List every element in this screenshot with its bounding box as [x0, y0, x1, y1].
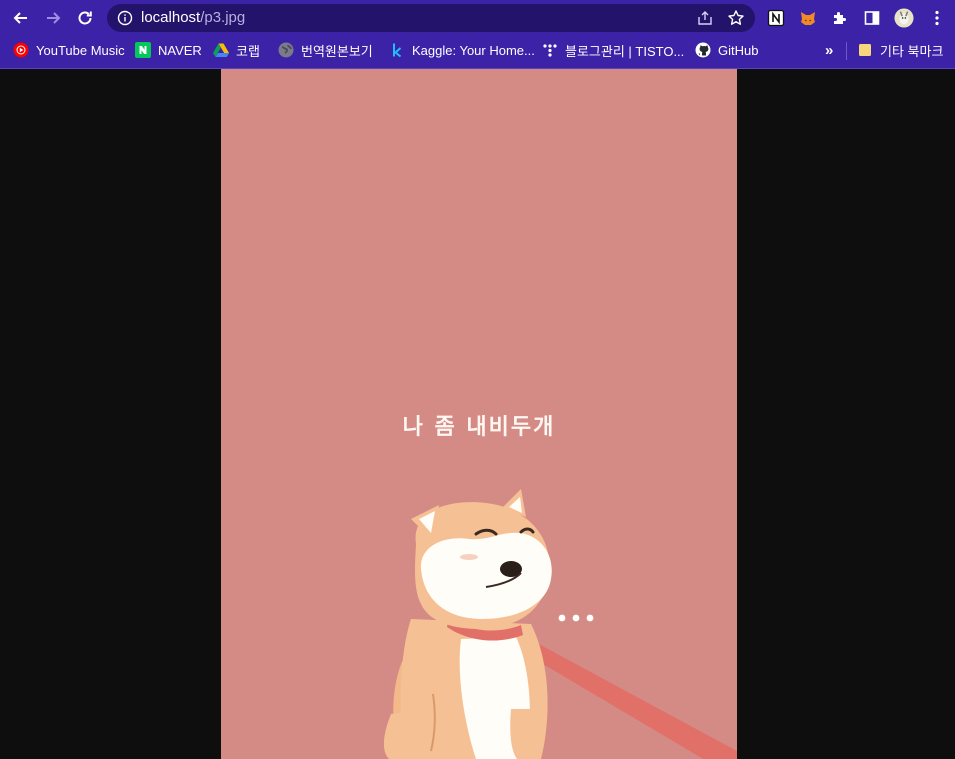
image-caption: 나 좀 내비두개: [402, 415, 556, 440]
browser-toolbar: localhost/p3.jpg: [0, 0, 955, 36]
reload-button[interactable]: [73, 6, 97, 30]
metamask-extension-button[interactable]: [798, 8, 818, 28]
bookmarks-divider: [846, 42, 847, 60]
fox-icon: [801, 12, 815, 25]
share-icon[interactable]: [696, 9, 714, 27]
bookmarks-bar: YouTube Music NAVER 코랩 번역원본보기 Kaggle: Yo…: [0, 36, 955, 69]
url-text[interactable]: localhost/p3.jpg: [141, 10, 245, 26]
star-icon[interactable]: [727, 9, 745, 27]
notion-icon: [767, 9, 785, 27]
menu-button[interactable]: [927, 8, 947, 28]
globe-icon: [278, 42, 294, 58]
ellipsis-dot: [558, 614, 566, 622]
address-bar[interactable]: localhost/p3.jpg: [107, 4, 755, 32]
notion-extension-button[interactable]: [766, 8, 786, 28]
bookmarks-overflow-button[interactable]: »: [825, 36, 833, 64]
forward-button[interactable]: [41, 6, 65, 30]
bookmark-label: NAVER: [158, 42, 202, 58]
arrow-right-icon: [47, 12, 61, 24]
back-button[interactable]: [9, 6, 33, 30]
bookmark-naver[interactable]: NAVER: [135, 36, 202, 64]
bookmark-label: 블로그관리 | TISTO...: [565, 43, 685, 59]
bookmark-label: GitHub: [718, 42, 759, 58]
puzzle-icon: [834, 12, 846, 24]
page-viewport: 나 좀 내비두개: [0, 69, 955, 759]
ellipsis-dot: [572, 614, 580, 622]
url-path: /p3.jpg: [200, 9, 246, 26]
bookmark-colab[interactable]: 코랩: [213, 36, 260, 64]
kaggle-icon: [389, 42, 405, 58]
reload-icon: [78, 11, 92, 25]
bookmark-label: 기타 북마크: [880, 43, 944, 59]
bookmark-translate[interactable]: 번역원본보기: [278, 36, 373, 64]
chevron-double-right-icon: »: [825, 41, 834, 59]
bookmark-tistory[interactable]: 블로그관리 | TISTO...: [542, 36, 684, 64]
github-icon: [695, 42, 711, 58]
url-host: localhost: [141, 9, 201, 26]
google-drive-icon: [213, 42, 229, 58]
bookmark-label: Kaggle: Your Home...: [412, 42, 535, 58]
side-panel-icon: [864, 11, 880, 25]
arrow-left-icon: [13, 12, 27, 24]
profile-button[interactable]: [894, 8, 914, 28]
bookmark-youtube-music[interactable]: YouTube Music: [13, 36, 125, 64]
folder-icon: [857, 42, 873, 58]
ellipsis-dot: [586, 614, 594, 622]
more-vert-icon: [935, 10, 939, 26]
displayed-image: 나 좀 내비두개: [221, 69, 737, 759]
other-bookmarks-folder[interactable]: 기타 북마크: [857, 36, 943, 64]
extensions-button[interactable]: [830, 8, 850, 28]
bookmark-kaggle[interactable]: Kaggle: Your Home...: [389, 36, 535, 64]
naver-icon: [135, 42, 151, 58]
shiba-dog-illustration: [383, 489, 737, 759]
bookmark-github[interactable]: GitHub: [695, 36, 758, 64]
bookmark-label: 번역원본보기: [301, 43, 373, 59]
info-icon[interactable]: [117, 10, 133, 26]
bookmark-label: YouTube Music: [36, 42, 125, 58]
youtube-music-icon: [13, 42, 29, 58]
avatar: [894, 8, 914, 28]
side-panel-button[interactable]: [862, 8, 882, 28]
tistory-icon: [542, 42, 558, 58]
bookmark-label: 코랩: [236, 43, 260, 59]
